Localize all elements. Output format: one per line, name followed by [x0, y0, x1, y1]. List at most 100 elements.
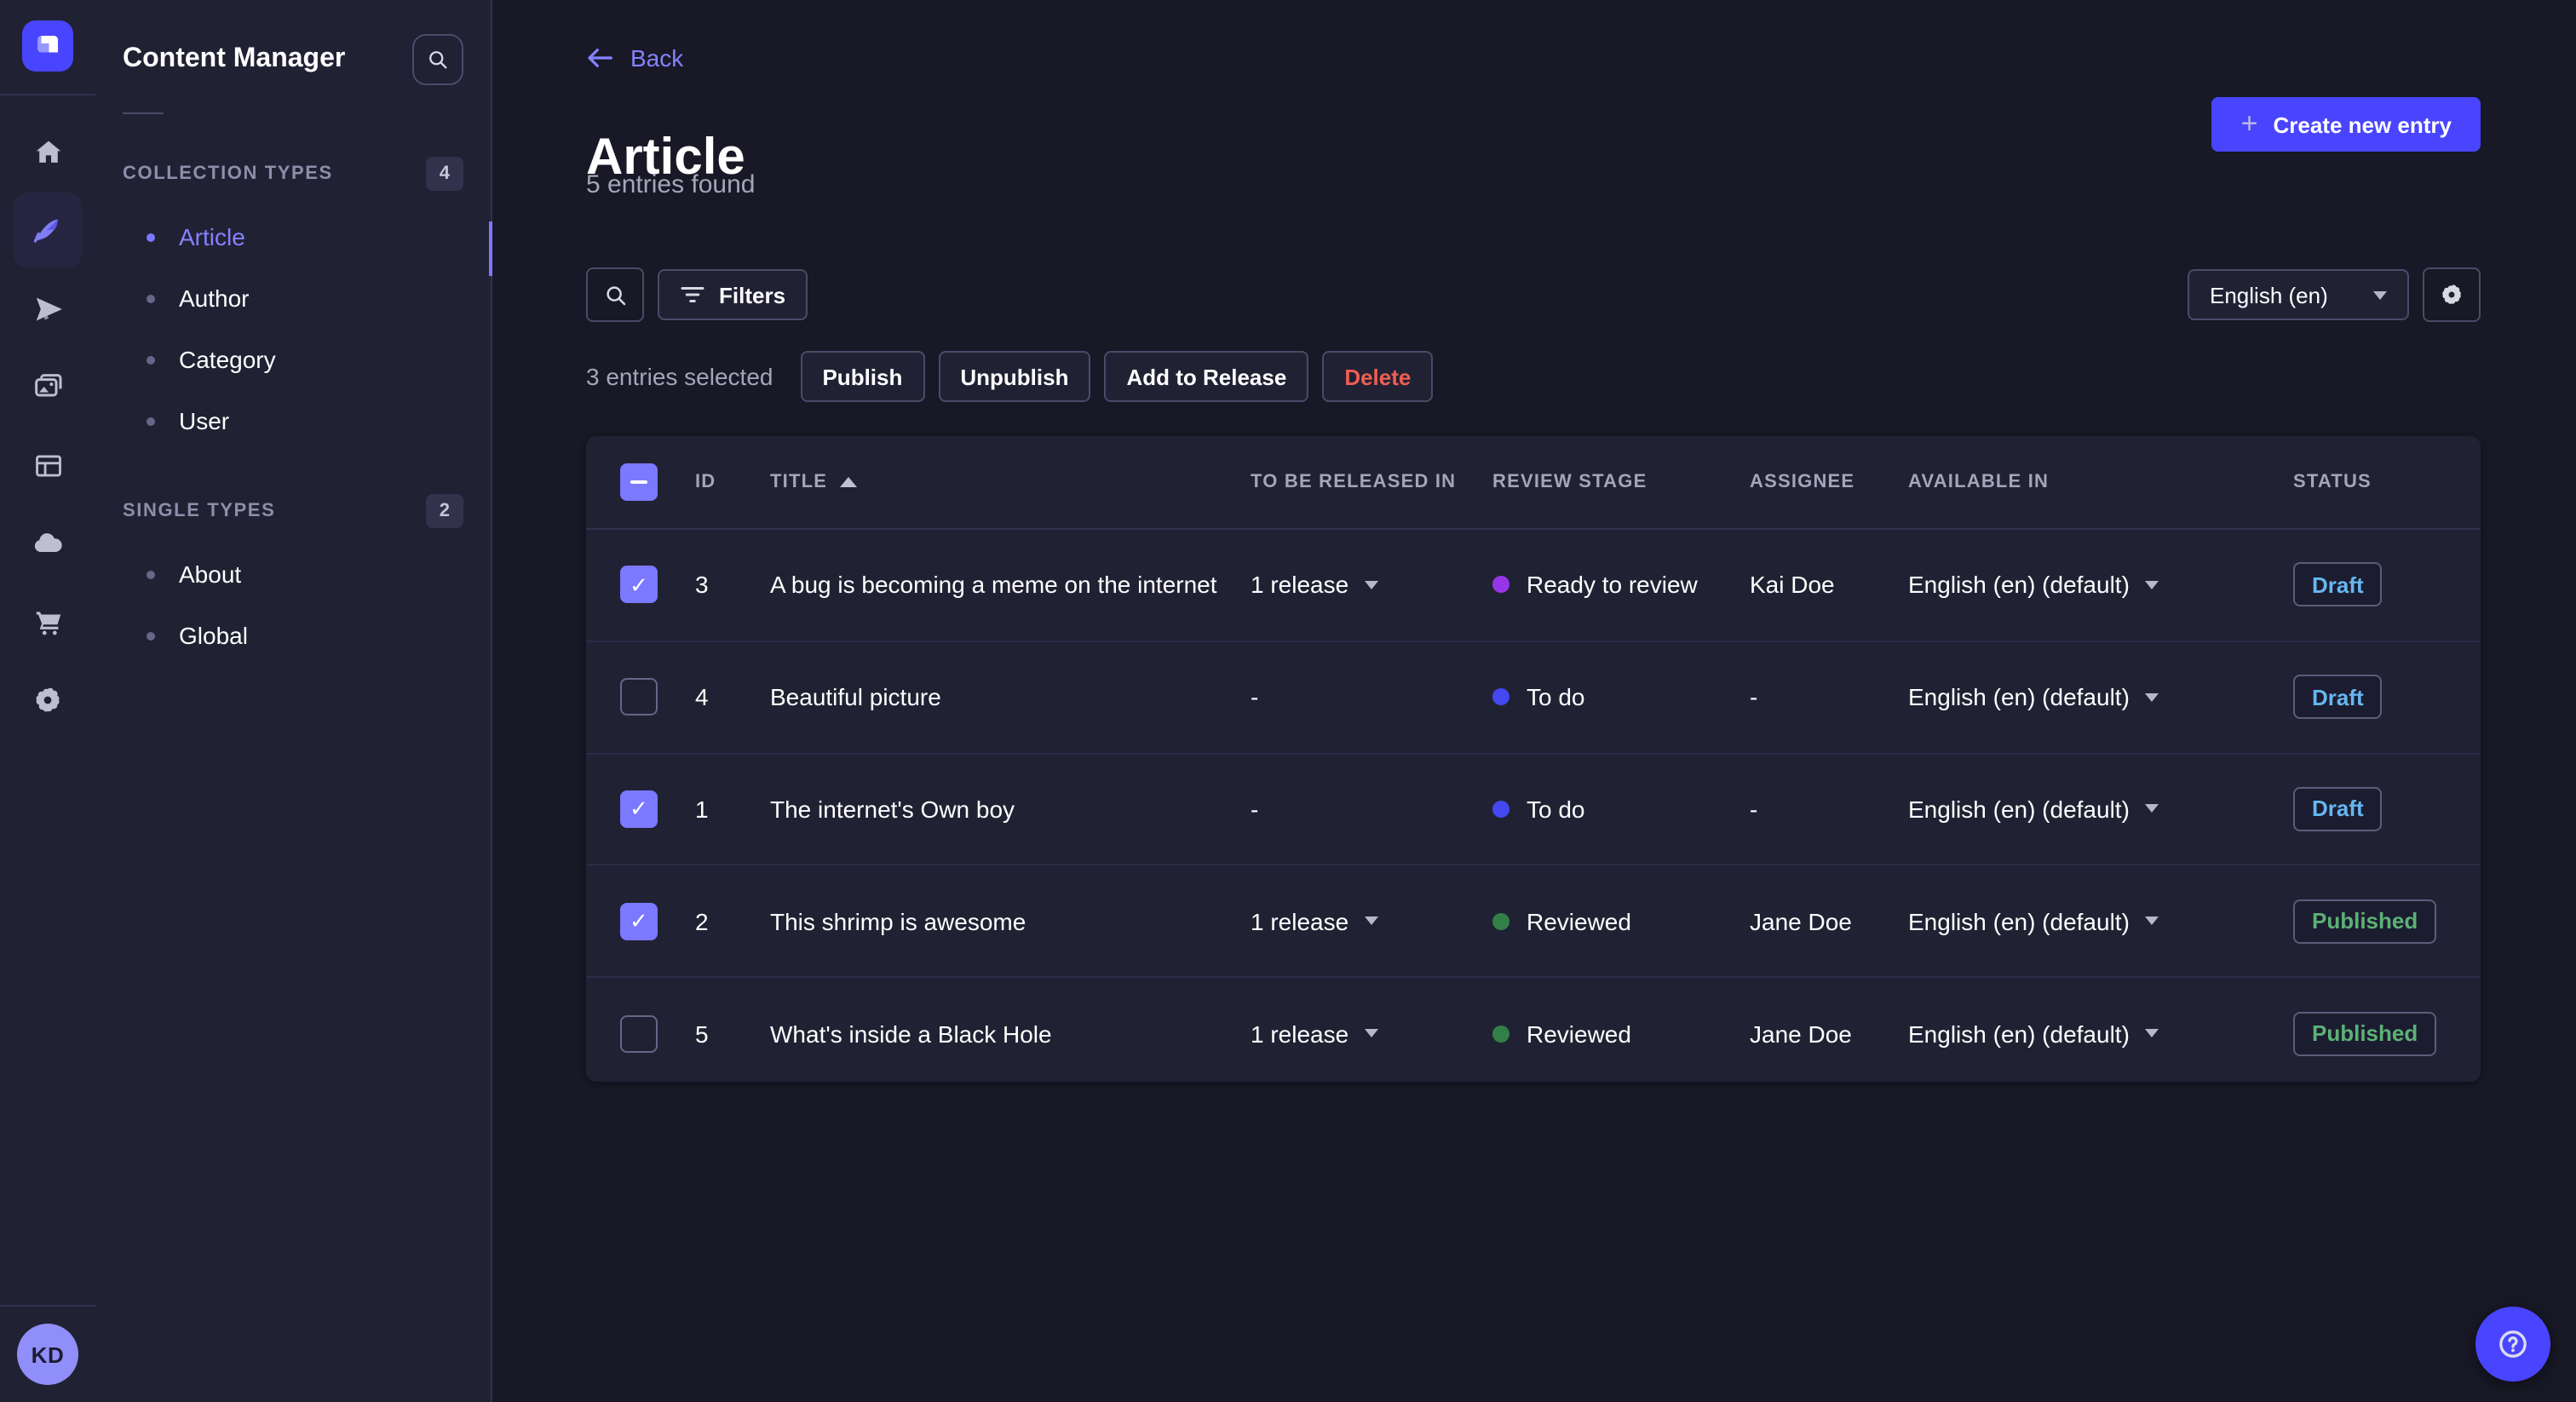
back-link[interactable]: Back — [586, 44, 683, 72]
column-header-assignee[interactable]: ASSIGNEE — [1750, 472, 1908, 492]
review-stage-dot — [1492, 912, 1509, 930]
table-row[interactable]: ✓ 2 This shrimp is awesome 1 release Rev… — [586, 866, 2481, 979]
cell-title: A bug is becoming a meme on the internet — [770, 571, 1217, 599]
settings-gear-icon[interactable] — [14, 663, 82, 738]
status-badge: Published — [2293, 1011, 2437, 1056]
bullet-icon — [147, 355, 155, 364]
cell-assignee: Jane Doe — [1750, 907, 1852, 935]
user-avatar[interactable]: KD — [17, 1324, 78, 1385]
sidebar-item-author[interactable]: Author — [95, 267, 491, 329]
chevron-down-icon — [2144, 580, 2159, 589]
content-manager-sidebar: Content Manager COLLECTION TYPES 4 Artic… — [95, 0, 492, 1402]
select-all-checkbox[interactable] — [620, 463, 658, 501]
unpublish-button[interactable]: Unpublish — [938, 351, 1091, 402]
entries-table: ID TITLE TO BE RELEASED IN REVIEW STAGE … — [586, 436, 2481, 1082]
cell-release-dropdown[interactable]: 1 release — [1251, 1020, 1492, 1047]
search-icon — [606, 285, 625, 305]
app-window: KD Content Manager COLLECTION TYPES 4 Ar… — [0, 0, 2576, 1402]
delete-button[interactable]: Delete — [1322, 351, 1434, 402]
table-row[interactable]: ✓ 3 A bug is becoming a meme on the inte… — [586, 530, 2481, 642]
cell-id: 5 — [695, 1020, 709, 1048]
cell-available-in-dropdown[interactable]: English (en) (default) — [1908, 1020, 2293, 1047]
plus-icon: + — [2240, 106, 2258, 139]
section-single-types: SINGLE TYPES 2 About Global — [95, 489, 491, 666]
row-checkbox[interactable]: ✓ — [620, 790, 658, 828]
row-checkbox[interactable]: ✓ — [620, 902, 658, 940]
review-stage-dot — [1492, 688, 1509, 706]
bullet-icon — [147, 417, 155, 425]
chevron-down-icon — [1364, 916, 1378, 926]
chevron-down-icon — [2144, 916, 2159, 926]
column-header-available-in[interactable]: AVAILABLE IN — [1908, 472, 2293, 492]
cell-release-dropdown[interactable]: 1 release — [1251, 908, 1492, 935]
sidebar-item-article[interactable]: Article — [95, 206, 491, 267]
strapi-logo[interactable] — [22, 20, 73, 72]
column-header-status[interactable]: STATUS — [2293, 472, 2447, 492]
content-type-builder-icon[interactable] — [14, 428, 82, 503]
table-row[interactable]: ✓ 5 What's inside a Black Hole 1 release… — [586, 978, 2481, 1089]
bullet-icon — [147, 570, 155, 578]
row-checkbox[interactable]: ✓ — [620, 678, 658, 716]
cell-title: This shrimp is awesome — [770, 907, 1026, 935]
status-badge: Draft — [2293, 786, 2383, 831]
releases-paper-plane-icon[interactable] — [14, 271, 82, 346]
content-manager-feather-icon[interactable] — [14, 192, 82, 267]
review-stage-dot — [1492, 1025, 1509, 1043]
cell-available-in-dropdown[interactable]: English (en) (default) — [1908, 796, 2293, 823]
view-settings-button[interactable] — [2423, 267, 2481, 322]
column-header-review-stage[interactable]: REVIEW STAGE — [1492, 472, 1750, 492]
chevron-down-icon — [2144, 692, 2159, 702]
cell-release-dropdown[interactable]: - — [1251, 796, 1492, 823]
filter-icon — [681, 287, 704, 302]
sidebar-item-user[interactable]: User — [95, 390, 491, 451]
publish-button[interactable]: Publish — [800, 351, 925, 402]
cell-title: The internet's Own boy — [770, 795, 1015, 823]
table-row[interactable]: ✓ 1 The internet's Own boy - To do - Eng… — [586, 754, 2481, 866]
cart-icon[interactable] — [14, 584, 82, 659]
sidebar-item-global[interactable]: Global — [95, 605, 491, 666]
cell-title: Beautiful picture — [770, 683, 941, 711]
cloud-icon[interactable] — [14, 506, 82, 581]
filters-button[interactable]: Filters — [658, 269, 808, 320]
cell-available-in-dropdown[interactable]: English (en) (default) — [1908, 683, 2293, 710]
row-checkbox[interactable]: ✓ — [620, 1014, 658, 1053]
icon-rail: KD — [0, 0, 97, 1402]
sidebar-title: Content Manager — [123, 44, 346, 73]
status-badge: Published — [2293, 899, 2437, 944]
review-stage-dot — [1492, 576, 1509, 594]
chevron-down-icon — [2373, 290, 2387, 299]
locale-select[interactable]: English (en) — [2188, 269, 2409, 320]
cell-review-stage: To do — [1492, 683, 1750, 710]
add-to-release-button[interactable]: Add to Release — [1104, 351, 1309, 402]
column-header-release[interactable]: TO BE RELEASED IN — [1251, 472, 1492, 492]
cell-release-dropdown[interactable]: - — [1251, 683, 1492, 710]
sidebar-item-category[interactable]: Category — [95, 329, 491, 390]
question-mark-icon — [2499, 1330, 2527, 1358]
cell-assignee: Kai Doe — [1750, 571, 1835, 599]
collection-types-count-badge: 4 — [425, 157, 463, 191]
search-entries-button[interactable] — [586, 267, 644, 322]
cell-assignee: Jane Doe — [1750, 1020, 1852, 1048]
home-icon[interactable] — [14, 114, 82, 189]
chevron-down-icon — [1364, 580, 1378, 589]
main-content: Back Article 5 entries found + Create ne… — [491, 0, 2576, 1402]
create-new-entry-button[interactable]: + Create new entry — [2211, 97, 2481, 152]
rail-divider — [0, 94, 95, 95]
row-checkbox[interactable]: ✓ — [620, 566, 658, 604]
selection-bar: 3 entries selected Publish Unpublish Add… — [586, 349, 1434, 404]
gear-icon — [2442, 284, 2461, 304]
sidebar-item-about[interactable]: About — [95, 543, 491, 605]
cell-title: What's inside a Black Hole — [770, 1020, 1052, 1048]
bullet-icon — [147, 294, 155, 302]
sidebar-search-button[interactable] — [412, 34, 463, 85]
media-library-icon[interactable] — [14, 349, 82, 424]
review-stage-dot — [1492, 800, 1509, 818]
column-header-id[interactable]: ID — [695, 472, 770, 492]
list-toolbar: Filters English (en) — [586, 267, 2481, 322]
cell-release-dropdown[interactable]: 1 release — [1251, 572, 1492, 599]
table-row[interactable]: ✓ 4 Beautiful picture - To do - English … — [586, 642, 2481, 755]
column-header-title[interactable]: TITLE — [770, 472, 1251, 492]
cell-available-in-dropdown[interactable]: English (en) (default) — [1908, 572, 2293, 599]
cell-available-in-dropdown[interactable]: English (en) (default) — [1908, 908, 2293, 935]
help-button[interactable] — [2475, 1307, 2550, 1382]
